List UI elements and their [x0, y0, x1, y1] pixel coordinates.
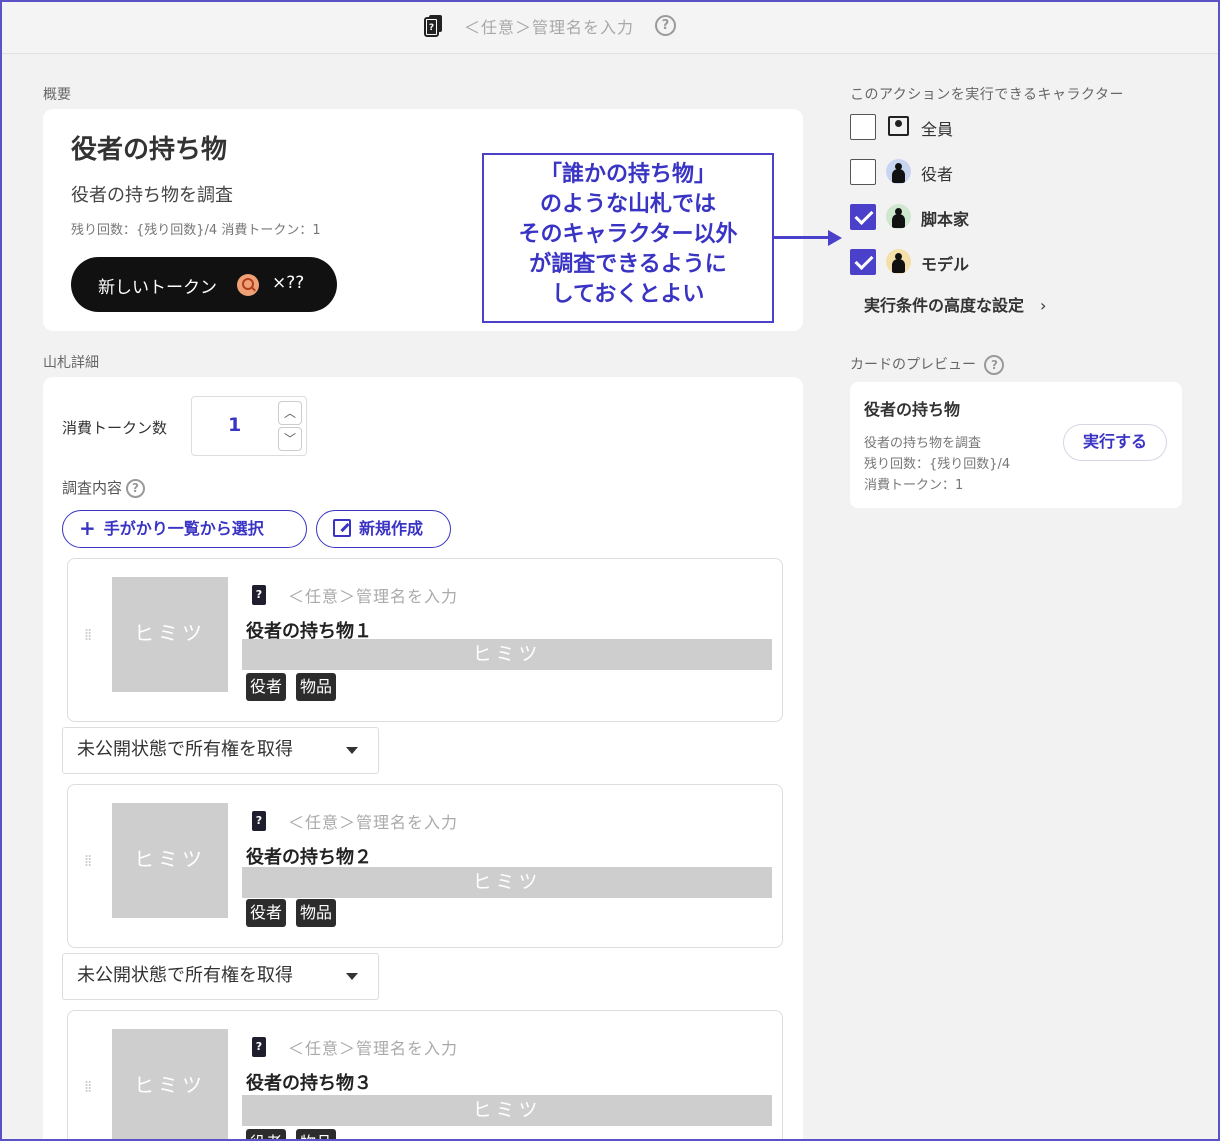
preview-line: 役者の持ち物を調査: [864, 436, 982, 451]
clue-title: 役者の持ち物３: [246, 1073, 372, 1094]
cost-label: 消費トークン数: [62, 419, 168, 437]
clue-thumbnail: ヒミツ: [112, 803, 228, 918]
annotation-box: 「誰かの持ち物」 のような山札では そのキャラクター以外 が調査できるように し…: [482, 153, 774, 323]
chevron-down-icon: [346, 747, 358, 754]
character-name: モデル: [921, 255, 970, 274]
preview-line: 残り回数：{残り回数}/4: [864, 457, 1011, 472]
avatar-icon: [886, 249, 911, 274]
checkbox[interactable]: [850, 114, 876, 140]
search-token-icon: [237, 274, 259, 296]
character-name: 全員: [921, 120, 954, 139]
run-button[interactable]: 実行する: [1063, 424, 1167, 461]
clue-title: 役者の持ち物２: [246, 847, 372, 868]
action-meta: 残り回数：{残り回数}/4 消費トークン：1: [71, 223, 321, 238]
action-subtitle: 役者の持ち物を調査: [71, 185, 233, 206]
preview-label-text: カードのプレビュー: [850, 357, 976, 373]
svg-text:?: ?: [429, 23, 434, 33]
ownership-dropdown[interactable]: 未公開状態で所有権を取得: [62, 953, 379, 1000]
clue-secret-bar: ヒミツ: [242, 867, 772, 898]
help-icon[interactable]: ?: [655, 15, 676, 36]
help-icon[interactable]: ?: [984, 355, 1005, 375]
clue-secret-bar: ヒミツ: [242, 1095, 772, 1126]
chevron-down-icon: [346, 973, 358, 980]
hidden-card-icon: ?: [252, 585, 266, 605]
clue-thumbnail: ヒミツ: [112, 1029, 228, 1139]
ownership-value: 未公開状態で所有権を取得: [77, 739, 293, 760]
investigation-label-text: 調査内容: [62, 479, 123, 497]
preview-title: 役者の持ち物: [864, 400, 961, 419]
hidden-card-icon: ?: [252, 811, 266, 831]
new-clue-label: 新規作成: [359, 519, 424, 538]
drag-handle-icon[interactable]: ⁞⁞: [84, 627, 92, 643]
cost-stepper[interactable]: 1 ︿ ﹀: [191, 396, 307, 456]
annotation-line: そのキャラクター以外: [518, 222, 738, 247]
edit-icon: [333, 519, 351, 537]
checkbox-checked[interactable]: [850, 204, 876, 230]
cards-icon: ?: [424, 15, 442, 37]
character-name: 脚本家: [921, 210, 970, 229]
hidden-card-icon: ?: [252, 1037, 266, 1057]
annotation-arrow: [772, 236, 830, 239]
arrow-head-icon: [828, 230, 842, 246]
tag: 物品: [296, 673, 337, 701]
new-token-button[interactable]: 新しいトークン ×??: [71, 257, 337, 312]
advanced-settings-link[interactable]: 実行条件の高度な設定 ›: [864, 292, 1046, 316]
avatar-icon: [886, 204, 911, 229]
clue-name-input[interactable]: ＜任意＞管理名を入力: [288, 1035, 458, 1059]
decrement-icon[interactable]: ﹀: [278, 427, 302, 451]
cost-value[interactable]: 1: [228, 414, 241, 436]
advanced-settings-label: 実行条件の高度な設定: [864, 296, 1025, 315]
chevron-right-icon: ›: [1040, 296, 1047, 315]
clue-card[interactable]: ⁞⁞ ヒミツ ? ＜任意＞管理名を入力 役者の持ち物２ ヒミツ 役者 物品: [67, 784, 783, 948]
select-from-list-label: 手がかり一覧から選択: [103, 519, 264, 538]
select-from-list-button[interactable]: + 手がかり一覧から選択: [62, 510, 307, 548]
preview-label: カードのプレビュー ?: [850, 354, 1005, 375]
new-token-label: 新しいトークン: [98, 278, 217, 298]
clue-card[interactable]: ⁞⁞ ヒミツ ? ＜任意＞管理名を入力 役者の持ち物３ ヒミツ 役者 物品: [67, 1010, 783, 1139]
help-icon[interactable]: ?: [126, 479, 146, 498]
token-count: ×??: [272, 273, 305, 293]
ownership-value: 未公開状態で所有権を取得: [77, 965, 293, 986]
tag: 役者: [246, 1129, 287, 1139]
checkbox-checked[interactable]: [850, 249, 876, 275]
drag-handle-icon[interactable]: ⁞⁞: [84, 1079, 92, 1095]
ownership-dropdown[interactable]: 未公開状態で所有権を取得: [62, 727, 379, 774]
overview-label: 概要: [43, 87, 71, 103]
name-input[interactable]: ＜任意＞管理名を入力: [464, 14, 634, 38]
app-frame: ? ＜任意＞管理名を入力 ? 概要 役者の持ち物 役者の持ち物を調査 残り回数：…: [0, 0, 1220, 1141]
clue-secret-bar: ヒミツ: [242, 639, 772, 670]
drag-handle-icon[interactable]: ⁞⁞: [84, 853, 92, 869]
tag: 物品: [296, 1129, 337, 1139]
checkbox[interactable]: [850, 159, 876, 185]
deck-label: 山札詳細: [43, 355, 99, 371]
annotation-line: が調査できるように: [529, 252, 727, 277]
character-name: 役者: [921, 165, 954, 184]
increment-icon[interactable]: ︿: [278, 401, 302, 425]
top-bar: ? ＜任意＞管理名を入力 ?: [2, 2, 1218, 54]
characters-label: このアクションを実行できるキャラクター: [850, 87, 1124, 103]
clue-thumbnail: ヒミツ: [112, 577, 228, 692]
annotation-line: 「誰かの持ち物」: [539, 162, 716, 187]
clue-card[interactable]: ⁞⁞ ヒミツ ? ＜任意＞管理名を入力 役者の持ち物１ ヒミツ 役者 物品: [67, 558, 783, 722]
clue-name-input[interactable]: ＜任意＞管理名を入力: [288, 583, 458, 607]
avatar-icon: [886, 159, 911, 184]
tag: 物品: [296, 899, 337, 927]
annotation-line: しておくとよい: [551, 282, 705, 307]
preview-card: 役者の持ち物 役者の持ち物を調査 残り回数：{残り回数}/4 消費トークン：1 …: [850, 382, 1182, 508]
action-title: 役者の持ち物: [71, 135, 228, 165]
clue-name-input[interactable]: ＜任意＞管理名を入力: [288, 809, 458, 833]
preview-line: 消費トークン：1: [864, 478, 964, 493]
book-user-icon: [888, 116, 909, 136]
investigation-label: 調査内容?: [62, 477, 146, 498]
plus-icon: +: [79, 516, 96, 540]
new-clue-button[interactable]: 新規作成: [316, 510, 451, 548]
annotation-line: のような山札では: [539, 192, 716, 217]
deck-card: 消費トークン数 1 ︿ ﹀ 調査内容? + 手がかり一覧から選択 新規作成 ⁞⁞ …: [43, 377, 803, 1139]
tag: 役者: [246, 673, 287, 701]
tag: 役者: [246, 899, 287, 927]
